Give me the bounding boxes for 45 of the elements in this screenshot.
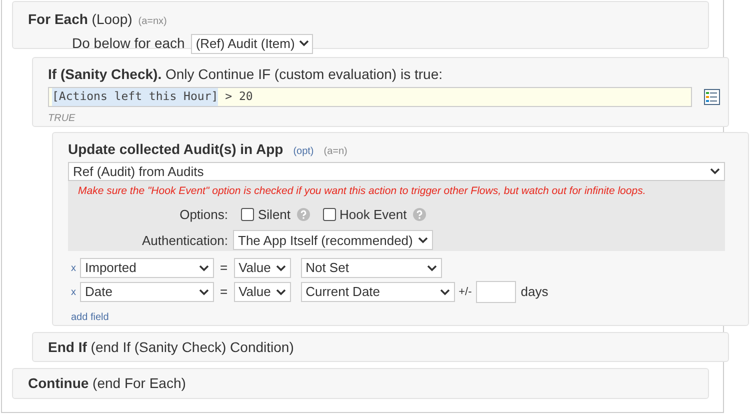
condition-title: If (Sanity Check). Only Continue IF (custom evaluation) is true: bbox=[48, 65, 444, 84]
remove-link[interactable]: x bbox=[71, 284, 76, 300]
chevron-down-icon bbox=[199, 288, 209, 296]
loop-title: For Each (Loop) bbox=[28, 10, 132, 29]
option-checkbox[interactable]: Silent bbox=[241, 204, 291, 224]
mode-select[interactable]: Value bbox=[234, 258, 291, 278]
loop-code: (a=nx) bbox=[138, 15, 167, 29]
action-code: (a=n) bbox=[324, 145, 348, 159]
action-title: Update collected Audit(s) in App bbox=[68, 140, 284, 159]
field-value-select[interactable]: Current Date bbox=[300, 282, 455, 302]
chevron-down-icon bbox=[440, 288, 450, 296]
unit-label: days bbox=[520, 283, 548, 302]
source-select[interactable]: Ref (Audit) from Audits bbox=[68, 162, 725, 181]
remove-link[interactable]: x bbox=[71, 260, 76, 276]
field-value-select[interactable]: Not Set bbox=[300, 258, 442, 278]
chevron-down-icon bbox=[276, 288, 286, 296]
add-field-link[interactable]: add field bbox=[71, 310, 109, 325]
chevron-down-icon bbox=[418, 236, 428, 244]
chevron-down-icon bbox=[298, 40, 309, 47]
field-select[interactable]: Imported bbox=[80, 258, 214, 278]
continue-text: Continue (end For Each) bbox=[28, 374, 186, 393]
end-if-text: End If (end If (Sanity Check) Condition) bbox=[48, 338, 294, 357]
offset-input[interactable] bbox=[476, 281, 516, 303]
option-checkbox[interactable]: Hook Event bbox=[322, 204, 407, 224]
mode-select[interactable]: Value bbox=[234, 282, 291, 302]
result-text: TRUE bbox=[48, 112, 76, 126]
field-select[interactable]: Date bbox=[80, 282, 214, 302]
chevron-down-icon bbox=[710, 168, 720, 175]
list-icon[interactable] bbox=[704, 89, 720, 105]
loop-label: Do below for each bbox=[72, 34, 185, 53]
chevron-down-icon bbox=[276, 264, 286, 272]
authentication-select[interactable]: The App Itself (recommended) bbox=[233, 230, 433, 250]
equals-sign: = bbox=[220, 283, 228, 302]
expression-field[interactable]: [Actions left this Hour] > 20 bbox=[48, 87, 692, 107]
options-label: Options: bbox=[178, 206, 228, 224]
help-icon[interactable] bbox=[412, 208, 426, 221]
warning-text: Make sure the "Hook Event" option is checked if you want this action to trigger other Flows, but watch out for infinite loops. bbox=[77, 184, 647, 199]
authentication-label: Authentication: bbox=[140, 232, 228, 250]
offset-label: +/- bbox=[458, 284, 472, 300]
equals-sign: = bbox=[220, 259, 228, 278]
help-icon[interactable] bbox=[296, 208, 310, 221]
opt-link[interactable]: (opt) bbox=[293, 144, 314, 159]
chevron-down-icon bbox=[199, 264, 209, 272]
item-select[interactable]: (Ref) Audit (Item) bbox=[190, 34, 313, 54]
chevron-down-icon bbox=[426, 264, 437, 272]
